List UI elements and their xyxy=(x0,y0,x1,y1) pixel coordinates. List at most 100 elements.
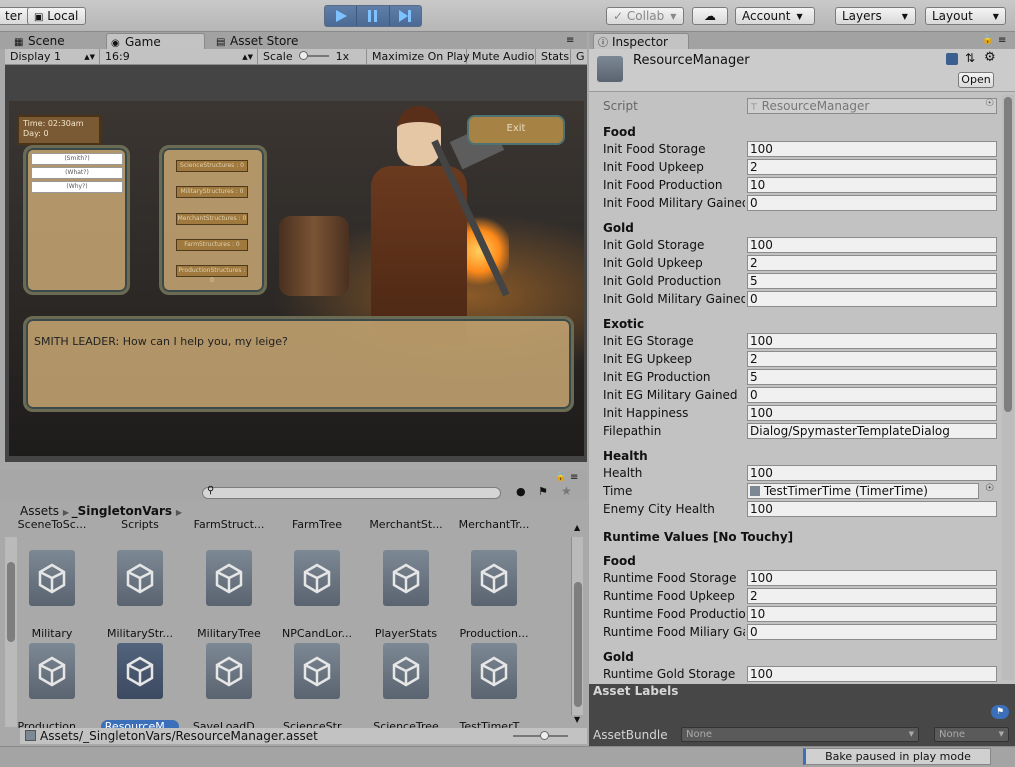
gear-icon[interactable]: ⚙ xyxy=(984,50,996,65)
folder-item[interactable]: SceneToSc... xyxy=(8,518,96,531)
scale-slider[interactable]: Scale 1x xyxy=(258,49,367,65)
asset-item[interactable]: MilitaryTree xyxy=(185,550,273,640)
structure-item[interactable]: ProductionStructures : 0 xyxy=(176,265,248,284)
asset-item[interactable]: TestTimerT... xyxy=(450,643,538,728)
exotic-field-input[interactable]: 100 xyxy=(747,405,997,421)
project-search-input[interactable]: ⚲ xyxy=(202,485,501,499)
tab-inspector[interactable]: ⓘ Inspector xyxy=(593,33,689,49)
scrollbar-thumb[interactable] xyxy=(1004,97,1012,412)
breadcrumb-folder[interactable]: _SingletonVars xyxy=(72,504,172,518)
health-input[interactable]: 100 xyxy=(747,465,997,481)
scroll-up-icon[interactable]: ▲ xyxy=(574,523,580,532)
panel-menu-icon[interactable]: ≡ xyxy=(570,472,578,483)
script-field[interactable]: ⊤ ResourceManager xyxy=(747,98,997,114)
object-picker-icon[interactable]: ☉ xyxy=(985,98,994,109)
gold-field-input[interactable]: 2 xyxy=(747,255,997,271)
food-field-input[interactable]: 10 xyxy=(747,177,997,193)
asset-item[interactable]: ScienceTree xyxy=(362,643,450,728)
asset-item[interactable]: Military xyxy=(8,550,96,640)
asset-item[interactable]: Production... xyxy=(8,643,96,728)
asset-item[interactable]: SaveLoadD... xyxy=(185,643,273,728)
asset-item[interactable]: Production... xyxy=(450,550,538,640)
asset-bundle-variant-dropdown[interactable]: None ▼ xyxy=(934,727,1009,742)
food-field-input[interactable]: 100 xyxy=(747,141,997,157)
exotic-field-input[interactable]: 5 xyxy=(747,369,997,385)
exotic-field-input[interactable]: 100 xyxy=(747,333,997,349)
structure-item[interactable]: FarmStructures : 0 xyxy=(176,239,248,251)
exotic-field-input[interactable]: 2 xyxy=(747,351,997,367)
asset-item[interactable]: PlayerStats xyxy=(362,550,450,640)
object-picker-icon[interactable]: ☉ xyxy=(985,483,994,494)
food-field-input[interactable]: 0 xyxy=(747,195,997,211)
pause-button[interactable] xyxy=(357,6,390,26)
asset-item[interactable]: ScienceStr... xyxy=(273,643,361,728)
breadcrumb-assets[interactable]: Assets xyxy=(20,504,59,518)
enemy-health-input[interactable]: 100 xyxy=(747,501,997,517)
folder-item[interactable]: FarmTree xyxy=(273,518,361,531)
gizmos-dropdown[interactable]: G xyxy=(571,49,587,65)
asset-grid-scrollbar[interactable]: ▲ ▼ xyxy=(571,523,583,724)
slider-thumb[interactable] xyxy=(540,731,549,740)
runtime-food-field-input[interactable]: 100 xyxy=(747,570,997,586)
filter-label-icon[interactable]: ⚑ xyxy=(538,485,548,498)
asset-item[interactable]: MilitaryStr... xyxy=(96,550,184,640)
filter-type-icon[interactable]: ● xyxy=(516,485,526,498)
panel-menu-icon[interactable]: ≡ xyxy=(998,35,1006,46)
question-button[interactable]: (What?) xyxy=(31,167,123,179)
scale-thumb[interactable] xyxy=(299,51,309,60)
open-button[interactable]: Open xyxy=(958,72,994,88)
help-book-icon[interactable] xyxy=(946,53,958,65)
play-button[interactable] xyxy=(325,6,358,26)
inspector-scrollbar[interactable] xyxy=(1002,95,1014,680)
runtime-gold-storage-input[interactable]: 100 xyxy=(747,666,997,682)
aspect-dropdown[interactable]: 16:9 ▲▼ xyxy=(100,49,258,65)
preset-icon[interactable]: ⇅ xyxy=(965,51,975,65)
structure-item[interactable]: MerchantStructures : 0 xyxy=(176,213,248,225)
panel-menu-icon[interactable]: ≡ xyxy=(566,35,574,46)
runtime-food-field-input[interactable]: 0 xyxy=(747,624,997,640)
question-button[interactable]: (Why?) xyxy=(31,181,123,193)
runtime-food-field-input[interactable]: 2 xyxy=(747,588,997,604)
label-tag-icon[interactable]: ⚑ xyxy=(991,705,1009,719)
structure-item[interactable]: ScienceStructures : 0 xyxy=(176,160,248,172)
tab-game[interactable]: ◉ Game xyxy=(106,33,205,49)
asset-item[interactable]: ResourceM... xyxy=(96,643,184,728)
gold-field-input[interactable]: 0 xyxy=(747,291,997,307)
exotic-field-input[interactable]: 0 xyxy=(747,387,997,403)
gold-field-input[interactable]: 100 xyxy=(747,237,997,253)
food-field-input[interactable]: 2 xyxy=(747,159,997,175)
structure-item[interactable]: MilitaryStructures : 0 xyxy=(176,186,248,198)
cloud-button[interactable]: ☁ xyxy=(692,7,728,25)
maximize-on-play-toggle[interactable]: Maximize On Play xyxy=(367,49,470,65)
folder-item[interactable]: FarmStruct... xyxy=(185,518,273,531)
folder-item[interactable]: Scripts xyxy=(96,518,184,531)
favorite-star-icon[interactable]: ★ xyxy=(561,484,572,498)
tab-scene[interactable]: ▦ Scene xyxy=(10,33,105,49)
step-button[interactable] xyxy=(390,6,421,26)
scrollbar-thumb[interactable] xyxy=(574,582,582,707)
game-canvas[interactable]: Time: 02:30am Day: 0 Exit (Smith?) (What… xyxy=(9,101,584,456)
account-dropdown[interactable]: Account ▼ xyxy=(735,7,815,25)
question-button[interactable]: (Smith?) xyxy=(31,153,123,165)
lock-icon[interactable]: 🔒 xyxy=(982,35,993,45)
folder-item[interactable]: MerchantTr... xyxy=(450,518,538,531)
asset-bundle-dropdown[interactable]: None ▼ xyxy=(681,727,919,742)
display-dropdown[interactable]: Display 1 ▲▼ xyxy=(5,49,100,65)
thumbnail-size-slider[interactable] xyxy=(513,731,568,740)
lock-icon[interactable]: 🔒 xyxy=(555,472,566,482)
asset-item[interactable]: NPCandLor... xyxy=(273,550,361,640)
time-object-field[interactable]: TestTimerTime (TimerTime) xyxy=(747,483,979,499)
bake-status[interactable]: Bake paused in play mode xyxy=(803,748,991,765)
layout-dropdown[interactable]: Layout ▼ xyxy=(925,7,1006,25)
layers-dropdown[interactable]: Layers ▼ xyxy=(835,7,916,25)
local-toggle-button[interactable]: ▣ Local xyxy=(27,7,86,25)
runtime-food-field-input[interactable]: 10 xyxy=(747,606,997,622)
collab-dropdown[interactable]: ✓ Collab ▼ xyxy=(606,7,684,25)
exit-button[interactable]: Exit xyxy=(467,115,565,145)
folder-item[interactable]: MerchantSt... xyxy=(362,518,450,531)
gold-field-input[interactable]: 5 xyxy=(747,273,997,289)
scroll-down-icon[interactable]: ▼ xyxy=(574,715,580,724)
tab-asset-store[interactable]: ▤ Asset Store xyxy=(212,33,322,49)
mute-audio-toggle[interactable]: Mute Audio xyxy=(467,49,536,65)
stats-toggle[interactable]: Stats xyxy=(536,49,571,65)
